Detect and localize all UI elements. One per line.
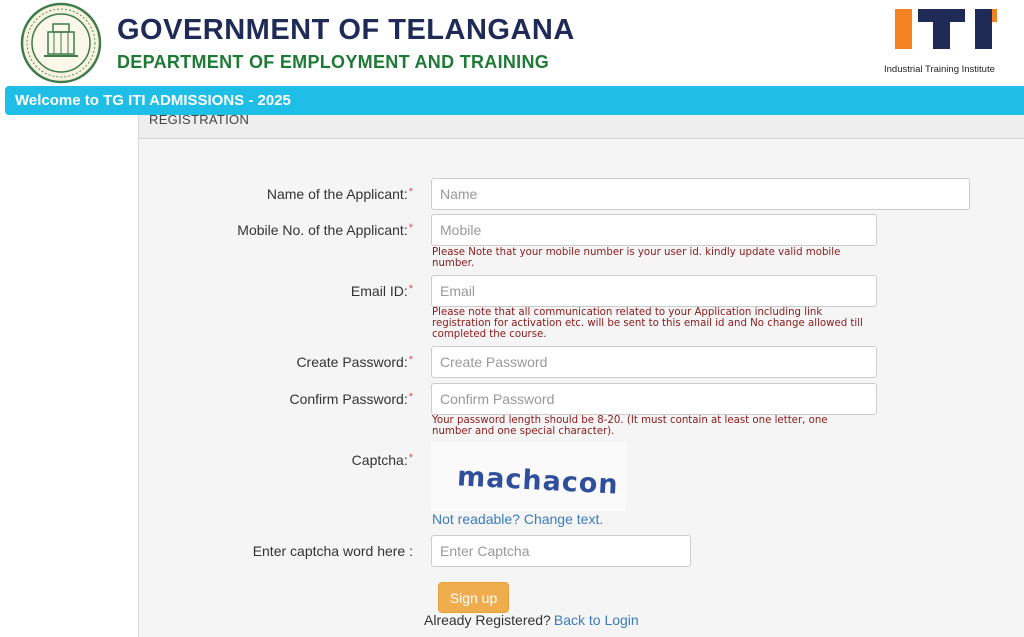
mobile-note: Please Note that your mobile number is y… (432, 247, 840, 269)
captcha-entry-label: Enter captcha word here : (252, 543, 413, 559)
name-label-text: Name of the Applicant: (266, 186, 408, 202)
confirm-password-input[interactable] (431, 383, 877, 415)
welcome-banner-text: Welcome to TG ITI ADMISSIONS - 2025 (15, 92, 291, 109)
email-note-line: registration for activation etc. will be… (432, 318, 863, 329)
required-mark: * (408, 222, 413, 234)
name-label: Name of the Applicant:* (267, 186, 413, 202)
captcha-image: machacon (431, 442, 626, 511)
email-label-text: Email ID: (350, 283, 408, 299)
password-note: Your password length should be 8-20. (It… (432, 415, 828, 437)
password-note-line: number and one special character). (432, 426, 615, 437)
captcha-label: Captcha:* (352, 452, 413, 468)
name-input[interactable] (431, 178, 970, 210)
telangana-emblem-icon (20, 2, 102, 84)
already-registered-line: Already Registered? Back to Login (424, 612, 639, 628)
password-label: Create Password:* (296, 354, 413, 370)
mobile-input[interactable] (431, 214, 877, 246)
required-mark: * (408, 452, 413, 464)
required-mark: * (408, 283, 413, 295)
email-label: Email ID:* (351, 283, 413, 299)
create-password-input[interactable] (431, 346, 877, 378)
captcha-input[interactable] (431, 535, 691, 567)
captcha-label-text: Captcha: (351, 452, 408, 468)
gov-title: GOVERNMENT OF TELANGANA (117, 14, 575, 46)
email-input[interactable] (431, 275, 877, 307)
mobile-label-text: Mobile No. of the Applicant: (237, 222, 408, 238)
email-note: Please note that all communication relat… (432, 307, 863, 340)
email-note-line: completed the course. (432, 329, 547, 340)
dept-title: DEPARTMENT OF EMPLOYMENT AND TRAINING (117, 52, 550, 72)
mobile-label: Mobile No. of the Applicant:* (237, 222, 413, 238)
already-registered-text: Already Registered? (424, 612, 551, 628)
password-note-line: Your password length should be 8-20. (It… (432, 415, 828, 426)
page-header: GOVERNMENT OF TELANGANA DEPARTMENT OF EM… (0, 0, 1024, 86)
mobile-note-line: Please Note that your mobile number is y… (432, 247, 841, 258)
panel-heading-text: REGISTRATION (149, 112, 250, 127)
iti-logo-icon (895, 9, 997, 49)
change-captcha-link[interactable]: Not readable? Change text. (432, 511, 603, 527)
back-to-login-link[interactable]: Back to Login (554, 612, 639, 628)
iti-caption: Industrial Training Institute (884, 64, 995, 75)
panel-heading: REGISTRATION (139, 112, 1024, 139)
signup-button[interactable]: Sign up (438, 582, 509, 613)
confirm-password-label: Confirm Password:* (289, 391, 413, 407)
password-label-text: Create Password: (296, 354, 408, 370)
confirm-password-label-text: Confirm Password: (289, 391, 408, 407)
required-mark: * (408, 186, 413, 198)
welcome-banner: Welcome to TG ITI ADMISSIONS - 2025 (5, 86, 1024, 115)
mobile-note-line: number. (432, 258, 475, 269)
required-mark: * (408, 354, 413, 366)
required-mark: * (408, 391, 413, 403)
email-note-line: Please note that all communication relat… (432, 307, 823, 318)
